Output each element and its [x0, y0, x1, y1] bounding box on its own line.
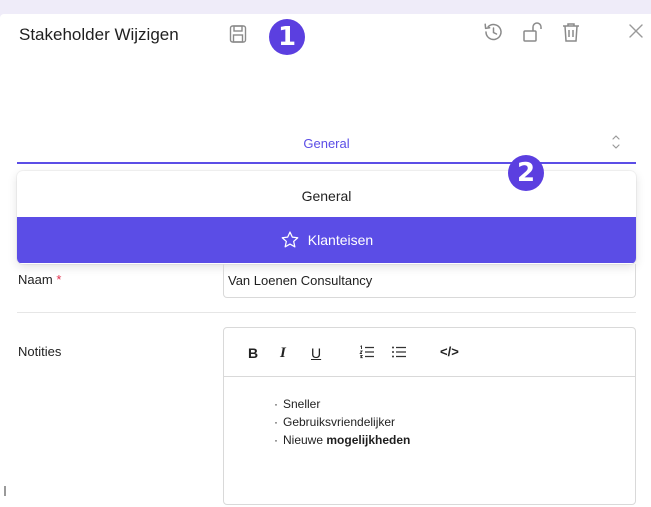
step-badge-1: 1 [269, 19, 305, 55]
naam-label: Naam * [18, 272, 62, 287]
save-icon[interactable] [229, 24, 247, 44]
select-value: General [303, 136, 350, 151]
tab-dropdown-menu: General Klanteisen [17, 171, 636, 264]
notities-rich-text-editor[interactable]: B I U </> · Sneller · Gebruiksvriendelijke… [223, 327, 636, 505]
scroll-indicator [4, 486, 6, 496]
editor-toolbar: B I U </> [224, 328, 635, 377]
naam-input[interactable]: Van Loenen Consultancy [223, 264, 636, 298]
close-icon[interactable] [625, 20, 649, 44]
star-icon [281, 231, 299, 248]
dropdown-option-label: Klanteisen [307, 232, 374, 248]
italic-button[interactable]: I [280, 345, 286, 362]
unlock-icon[interactable] [521, 20, 545, 44]
ordered-list-icon[interactable] [359, 344, 375, 360]
list-item: · Sneller [274, 397, 321, 411]
page-title: Stakeholder Wijzigen [19, 25, 179, 44]
code-button[interactable]: </> [440, 344, 459, 359]
chevron-updown-icon[interactable] [609, 133, 623, 151]
tab-select[interactable]: General [17, 120, 636, 164]
list-item: · Nieuwe mogelijkheden [274, 433, 411, 447]
notities-label: Notities [18, 344, 62, 359]
step-badge-2: 2 [508, 155, 544, 191]
editor-content[interactable]: · Sneller · Gebruiksvriendelijker · Nieuwe … [274, 395, 410, 449]
required-marker: * [56, 272, 62, 287]
underline-button[interactable]: U [311, 345, 321, 361]
history-icon[interactable] [481, 20, 505, 44]
list-item: · Gebruiksvriendelijker [274, 415, 396, 429]
unordered-list-icon[interactable] [391, 344, 407, 360]
divider [17, 312, 636, 313]
bold-button[interactable]: B [248, 345, 258, 361]
dropdown-option-klanteisen[interactable]: Klanteisen [17, 217, 636, 263]
trash-icon[interactable] [559, 20, 583, 44]
